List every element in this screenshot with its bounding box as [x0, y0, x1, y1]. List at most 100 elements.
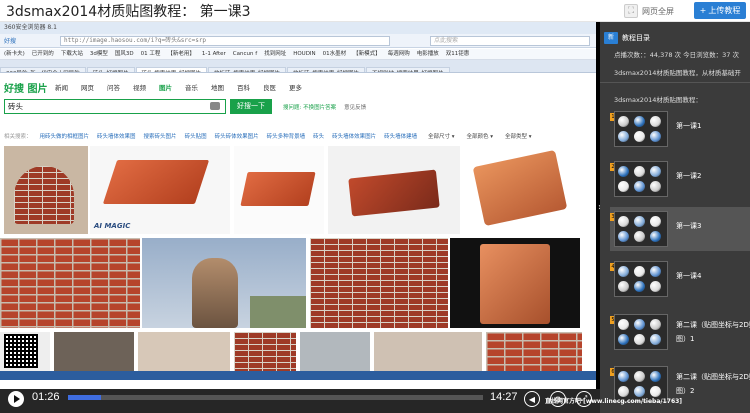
browser-url: http://image.haosou.com/i?q=砖头&src=srp: [60, 36, 390, 46]
side-tabs: 新 教程目录: [600, 32, 750, 46]
related-search-item: 砖头多种背景墙: [266, 134, 306, 140]
upload-tutorial-button[interactable]: + 上传教程: [694, 2, 746, 19]
lesson-thumbnail: [614, 314, 668, 350]
thumbnail-sphere: [634, 281, 645, 292]
search-button: 好搜一下: [230, 99, 272, 114]
volume-icon[interactable]: ◀: [524, 391, 540, 407]
image-result: [310, 238, 448, 328]
view-stats: 点播次数：：44,378 次 今日浏览数：37 次: [614, 51, 739, 59]
upload-label: 上传教程: [708, 6, 741, 15]
image-result: [0, 332, 50, 372]
camera-icon: [210, 102, 220, 110]
lesson-item[interactable]: 2 第一课2: [610, 157, 750, 201]
lesson-thumbnail: [614, 261, 668, 297]
filter-dropdown: 全部类型 ▾: [505, 134, 532, 140]
page: 3dsmax2014材质贴图教程： 第一课3 ⛶ 网页全屏 + 上传教程 360…: [0, 0, 750, 413]
search-nav-item: 新闻: [55, 84, 68, 92]
thumbnail-sphere: [618, 116, 629, 127]
bookmark-item: 已开到的: [31, 51, 54, 57]
bookmark-item: 3d模型: [89, 51, 108, 57]
bookmark-item: 下载大站: [60, 51, 83, 57]
search-query-box: 砖头: [4, 99, 226, 114]
thumbnail-sphere: [634, 231, 645, 242]
course-title: 3dsmax2014材质贴图教程：: [614, 96, 702, 104]
image-single-brick: [240, 172, 316, 206]
tab-catalog[interactable]: 教程目录: [622, 32, 650, 44]
image-result: [4, 146, 88, 234]
fullscreen-label: 网页全屏: [642, 6, 674, 16]
image-result: [328, 146, 460, 234]
bookmark-item: 每週网购: [387, 51, 410, 57]
page-header: 3dsmax2014材质贴图教程： 第一课3 ⛶ 网页全屏 + 上传教程: [0, 0, 750, 22]
image-result: [300, 332, 370, 372]
total-time: 14:27: [490, 391, 518, 403]
thumbnail-sphere: [634, 181, 645, 192]
page-title: 3dsmax2014材质贴图教程： 第一课3: [6, 4, 251, 20]
image-result: [486, 332, 582, 372]
lesson-label: 第二课（贴图坐标与2D贴: [676, 321, 750, 329]
image-single-brick: [472, 149, 568, 227]
bookmark-item: 【新老用】: [167, 51, 195, 57]
browser-tab: 不规则地_搜索结果_好搜图片: [366, 67, 450, 72]
thumbnail-sphere: [650, 319, 661, 330]
image-result: [374, 332, 482, 372]
image-person: [192, 258, 238, 328]
thumbnail-sphere: [618, 131, 629, 142]
related-search-item: 砖头: [313, 134, 325, 140]
related-search-item: 砖头墙体效果图: [97, 134, 136, 140]
divider: [600, 82, 750, 83]
thumbnail-sphere: [650, 116, 661, 127]
related-search-item: 砖头墙体效果图片: [332, 134, 377, 140]
lesson-item[interactable]: 5 第二课（贴图坐标与2D贴 图）1: [610, 310, 750, 354]
image-result: [462, 146, 586, 234]
play-icon[interactable]: [8, 391, 24, 407]
course-description: 3dsmax2014材质贴图教程，从材质基础开: [614, 69, 741, 77]
lesson-label: 第一课4: [676, 272, 702, 280]
related-label: 相关搜索：: [4, 134, 32, 140]
bookmark-item: 找到网址: [264, 51, 287, 57]
related-search-item: 搜索砖头图片: [143, 134, 177, 140]
image-result: [138, 332, 230, 372]
thumbnail-sphere: [634, 131, 645, 142]
image-result: [234, 332, 296, 372]
related-search-item: 砖头贴图: [184, 134, 207, 140]
thumbnail-sphere: [618, 266, 629, 277]
lesson-item[interactable]: 3 第一课3: [610, 207, 750, 251]
lesson-thumbnail: [614, 111, 668, 147]
video-player[interactable]: 360安全浏览器 8.1 好搜 http://image.haosou.com/…: [0, 22, 600, 389]
thumbnail-sphere: [650, 371, 661, 382]
tab-new[interactable]: 新: [604, 32, 618, 44]
thumbnail-sphere: [618, 216, 629, 227]
thumbnail-sphere: [618, 281, 629, 292]
bookmark-item: 国风3D: [114, 51, 134, 57]
lesson-item[interactable]: 4 第一课4: [610, 257, 750, 301]
current-time: 01:26: [32, 391, 60, 403]
image-brick-stack: [480, 244, 550, 324]
search-nav-item: 视频: [133, 84, 146, 92]
thumbnail-sphere: [618, 319, 629, 330]
thumbnail-sphere: [634, 334, 645, 345]
progress-bar[interactable]: [68, 395, 483, 400]
web-fullscreen-button[interactable]: ⛶ 网页全屏: [624, 2, 690, 20]
fullscreen-icon: ⛶: [624, 4, 638, 18]
search-nav-item: 网页: [81, 84, 94, 92]
image-brick-pile: [14, 166, 74, 224]
browser-window-title: 360安全浏览器 8.1: [0, 22, 596, 34]
filter-dropdown: 全部尺寸 ▾: [428, 134, 455, 140]
search-nav-item: 更多: [289, 84, 302, 92]
thumbnail-sphere: [618, 334, 629, 345]
lesson-thumbnail: [614, 211, 668, 247]
browser-back-label: 好搜: [4, 38, 17, 45]
bookmark-item: 1-1 After: [201, 51, 226, 57]
watermark-url: [www.linecg.com/tieba/1763]: [583, 398, 683, 405]
qr-code-image: [4, 334, 38, 368]
browser-tab: 砖头 搜索结果_好搜图片: [135, 67, 208, 72]
lesson-label: 第一课2: [676, 172, 702, 180]
search-nav-item: 问答: [107, 84, 120, 92]
related-search-item: 用砖头做的相框图片: [39, 134, 90, 140]
browser-tab: 360导航_新一代安全上网导航: [0, 67, 86, 72]
progress-fill: [68, 395, 102, 400]
search-nav-item: 地图: [211, 84, 224, 92]
search-nav: 新闻 网页 问答 视频 图片 音乐 地图 百科 良医 更多: [55, 82, 315, 92]
lesson-item[interactable]: 1 第一课1: [610, 107, 750, 151]
